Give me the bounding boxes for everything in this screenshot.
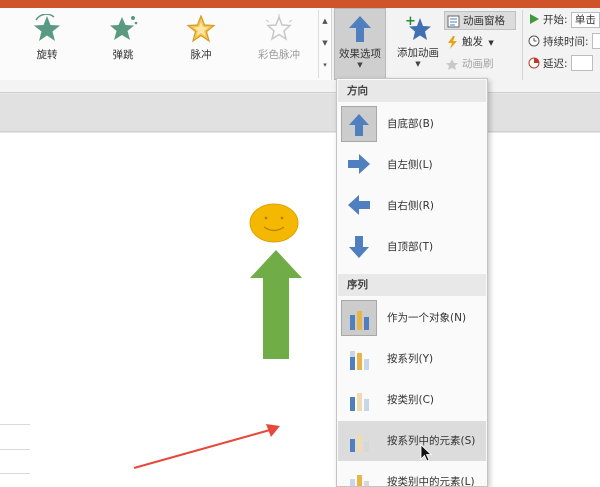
chart-by-series-icon (350, 351, 369, 370)
gallery-more-icon[interactable]: ▾ (319, 54, 331, 76)
animation-pane-icon (447, 15, 460, 28)
menu-icon-frame (341, 382, 377, 418)
effect-options-dropdown: 方向 自底部(B) 自左侧(L) 自右侧(R) 自顶部(T) 序列 作为一个对象… (336, 78, 488, 487)
gallery-item-spin[interactable]: 旋转 (16, 14, 78, 70)
animation-painter-button[interactable]: 动画刷 (444, 55, 494, 74)
menu-icon-frame (341, 341, 377, 377)
menu-item-label: 自底部(B) (387, 118, 434, 130)
arrow-right-icon (348, 154, 370, 174)
menu-item-from-top[interactable]: 自顶部(T) (338, 227, 486, 267)
chevron-down-icon: ▼ (488, 39, 494, 47)
color-pulse-star-icon (265, 14, 293, 41)
annotation-red-arrow (133, 424, 280, 469)
menu-icon-frame (341, 464, 377, 486)
menu-icon-frame (341, 188, 377, 224)
chart-by-series-element-icon (350, 435, 369, 452)
start-label: 开始: (543, 14, 568, 26)
gallery-item-color-pulse[interactable]: 彩色脉冲 (248, 14, 310, 70)
clock-icon (528, 35, 540, 47)
menu-item-label: 按系列(Y) (387, 353, 434, 365)
painter-brush-icon (446, 59, 458, 70)
menu-item-label: 按类别(C) (387, 394, 435, 406)
animations-ribbon: 旋转 弹跳 脉冲 彩色脉冲 ▲ ▼ ▾ 效果选项 ▼ + 添加动画 ▼ 动画窗格… (0, 8, 600, 93)
menu-item-by-series-element[interactable]: 按系列中的元素(S) (338, 421, 486, 461)
chevron-down-icon: ▼ (357, 61, 363, 69)
gallery-item-pulse[interactable]: 脉冲 (170, 14, 232, 70)
duration-label: 持续时间: (543, 36, 589, 48)
menu-item-label: 自左侧(L) (387, 159, 433, 171)
chart-by-category-icon (350, 393, 369, 411)
start-select[interactable]: 单击 (570, 12, 600, 28)
delay-input[interactable] (570, 55, 593, 71)
bounce-star-icon (110, 16, 138, 40)
slide-placeholder-line (0, 424, 30, 425)
gallery-item-label: 脉冲 (190, 49, 212, 61)
animation-gallery: 旋转 弹跳 脉冲 彩色脉冲 ▲ ▼ ▾ (0, 8, 332, 80)
lightning-icon (448, 36, 457, 49)
trigger-label: 触发 (462, 36, 483, 48)
animation-painter-label: 动画刷 (462, 58, 494, 70)
sequence-section-header: 序列 (338, 274, 486, 296)
play-icon (530, 14, 539, 24)
gallery-scrollbar[interactable]: ▲ ▼ ▾ (318, 10, 331, 78)
menu-item-label: 按类别中的元素(L) (387, 476, 475, 487)
arrow-down-icon (349, 236, 369, 258)
menu-item-from-left[interactable]: 自左侧(L) (338, 145, 486, 185)
arrow-up-icon (349, 114, 369, 136)
duration-input[interactable] (591, 33, 600, 49)
animation-pane-label: 动画窗格 (463, 15, 505, 27)
menu-item-label: 作为一个对象(N) (387, 312, 467, 324)
menu-icon-frame (341, 423, 377, 459)
add-animation-button[interactable]: + 添加动画 ▼ (392, 8, 444, 80)
up-arrow-shape[interactable] (249, 249, 303, 361)
arrow-left-icon (348, 195, 370, 215)
add-animation-star-icon: + (405, 14, 431, 40)
menu-item-by-series[interactable]: 按系列(Y) (338, 339, 486, 379)
arrow-up-icon (349, 16, 371, 42)
ribbon-divider (522, 10, 523, 80)
trigger-button[interactable]: 触发 ▼ (444, 33, 494, 52)
mouse-cursor-icon (420, 444, 432, 462)
add-animation-label: 添加动画 (397, 47, 439, 59)
slide-area-toolbar (0, 94, 600, 132)
menu-item-label: 自右侧(R) (387, 200, 434, 212)
menu-item-as-one-object[interactable]: 作为一个对象(N) (338, 298, 486, 338)
chevron-down-icon: ▼ (415, 60, 421, 68)
chart-as-one-object-icon (350, 311, 369, 330)
effect-options-button[interactable]: 效果选项 ▼ (334, 8, 386, 80)
slide-placeholder-line (0, 473, 30, 474)
menu-icon-frame (341, 106, 377, 142)
delay-row: 延迟: (528, 55, 593, 74)
start-row: 开始: 单击 (528, 11, 600, 30)
duration-row: 持续时间: (528, 33, 600, 52)
menu-item-label: 自顶部(T) (387, 241, 434, 253)
menu-item-by-category-element[interactable]: 按类别中的元素(L) (338, 462, 486, 487)
gallery-scroll-down-icon[interactable]: ▼ (319, 32, 331, 54)
gallery-scroll-up-icon[interactable]: ▲ (319, 10, 331, 32)
title-bar-strip (0, 0, 600, 8)
pulse-star-icon (186, 14, 216, 43)
direction-section-header: 方向 (338, 80, 486, 102)
delay-clock-icon (528, 57, 540, 69)
gallery-item-bounce[interactable]: 弹跳 (92, 14, 154, 70)
slide-placeholder-line (0, 449, 30, 450)
menu-icon-frame (341, 300, 377, 336)
effect-options-label: 效果选项 (339, 48, 381, 60)
chart-by-category-element-icon (350, 475, 369, 486)
smiley-face-shape[interactable] (249, 203, 299, 243)
menu-item-by-category[interactable]: 按类别(C) (338, 380, 486, 420)
svg-text:+: + (405, 14, 416, 29)
gallery-item-label: 旋转 (36, 49, 58, 61)
animation-pane-button[interactable]: 动画窗格 (444, 11, 516, 30)
menu-item-from-right[interactable]: 自右侧(R) (338, 186, 486, 226)
delay-label: 延迟: (543, 58, 568, 70)
spin-star-icon (34, 14, 60, 41)
menu-item-from-bottom[interactable]: 自底部(B) (338, 104, 486, 144)
menu-icon-frame (341, 147, 377, 183)
gallery-item-label: 彩色脉冲 (258, 49, 300, 61)
gallery-item-label: 弹跳 (112, 49, 134, 61)
menu-icon-frame (341, 229, 377, 265)
